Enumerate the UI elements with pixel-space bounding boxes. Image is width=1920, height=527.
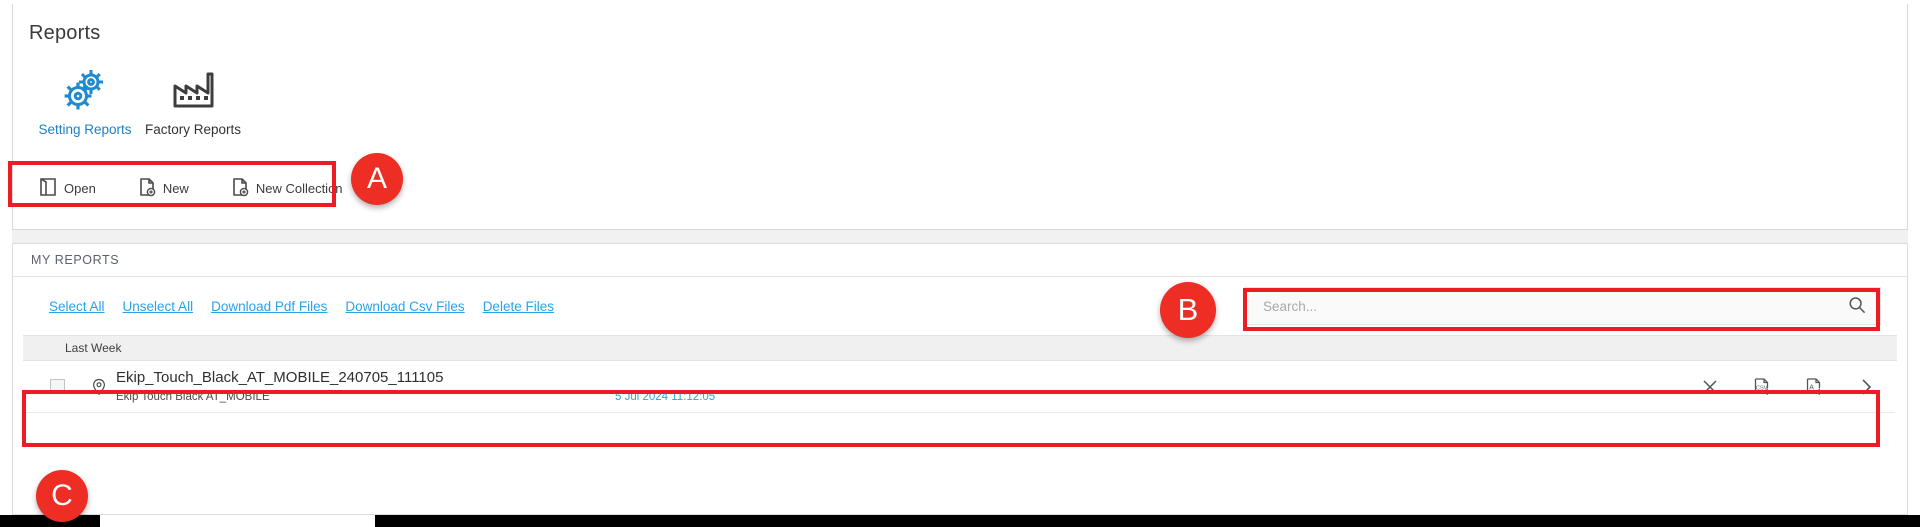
unselect-all-link[interactable]: Unselect All — [123, 299, 194, 314]
download-csv-files-link[interactable]: Download Csv Files — [345, 299, 464, 314]
new-collection-button[interactable]: New Collection — [231, 177, 343, 200]
search-icon — [1847, 295, 1867, 318]
window-right-rail — [1908, 0, 1920, 515]
my-reports-title: MY REPORTS — [31, 253, 120, 267]
reports-actions-row: Select All Unselect All Download Pdf Fil… — [13, 277, 1907, 335]
download-pdf-icon[interactable]: A — [1803, 376, 1825, 398]
my-reports-panel: MY REPORTS Select All Unselect All Downl… — [12, 243, 1908, 515]
new-collection-icon — [231, 177, 249, 200]
row-checkbox[interactable] — [50, 379, 65, 394]
report-group-header: Last Week — [23, 335, 1897, 361]
svg-text:CSV: CSV — [1756, 386, 1768, 392]
ribbon-item-setting-reports[interactable]: Setting Reports — [31, 66, 139, 137]
callout-badge-b: B — [1160, 282, 1216, 338]
new-collection-label: New Collection — [255, 180, 343, 196]
bottom-strip-gap — [100, 515, 375, 527]
new-file-icon — [138, 177, 156, 200]
select-all-link[interactable]: Select All — [49, 299, 105, 314]
download-csv-icon[interactable]: CSV — [1751, 376, 1773, 398]
row-timestamp: 5 Jul 2024 11:12:05 — [615, 391, 716, 403]
row-title: Ekip_Touch_Black_AT_MOBILE_240705_111105 — [116, 369, 444, 386]
ribbon-item-label: Setting Reports — [38, 122, 132, 137]
window-bottom-strip — [0, 515, 1920, 527]
row-subtitle: Ekip Touch Black AT_MOBILE — [116, 391, 270, 403]
chevron-right-icon[interactable] — [1855, 376, 1877, 398]
row-actions: CSV A — [1699, 361, 1877, 413]
ribbon-tab-group: Setting Reports Factory Reports — [31, 66, 247, 137]
folder-open-icon — [39, 177, 57, 200]
callout-badge-c: C — [36, 470, 88, 522]
new-button[interactable]: New — [138, 177, 189, 200]
page-title: Reports — [29, 22, 101, 44]
report-group-label: Last Week — [65, 341, 122, 355]
svg-text:A: A — [1809, 384, 1814, 391]
panel-gap — [12, 230, 1908, 243]
search-submit-button[interactable] — [1834, 288, 1880, 324]
ribbon-panel: Reports Setting Reports Factory Reports … — [12, 4, 1908, 230]
table-row[interactable]: Ekip_Touch_Black_AT_MOBILE_240705_111105… — [25, 361, 1895, 413]
download-pdf-files-link[interactable]: Download Pdf Files — [211, 299, 327, 314]
search-box — [1244, 287, 1881, 325]
open-button[interactable]: Open — [39, 177, 96, 200]
reports-app-window: Reports Setting Reports Factory Reports … — [0, 0, 1920, 527]
reports-toolbar: Open New New Collection — [21, 165, 349, 211]
new-label: New — [162, 180, 189, 196]
window-left-rail — [0, 0, 12, 515]
location-pin-icon — [92, 378, 106, 396]
factory-icon — [171, 66, 215, 114]
row-text-block: Ekip_Touch_Black_AT_MOBILE_240705_111105… — [116, 369, 443, 404]
open-label: Open — [64, 180, 96, 196]
ribbon-item-factory-reports[interactable]: Factory Reports — [139, 66, 247, 137]
ribbon-item-label: Factory Reports — [144, 122, 242, 137]
delete-files-link[interactable]: Delete Files — [483, 299, 554, 314]
search-input[interactable] — [1245, 288, 1834, 324]
my-reports-header: MY REPORTS — [13, 244, 1907, 277]
callout-badge-a: A — [351, 153, 403, 205]
delete-icon[interactable] — [1699, 376, 1721, 398]
gears-icon — [62, 66, 108, 114]
